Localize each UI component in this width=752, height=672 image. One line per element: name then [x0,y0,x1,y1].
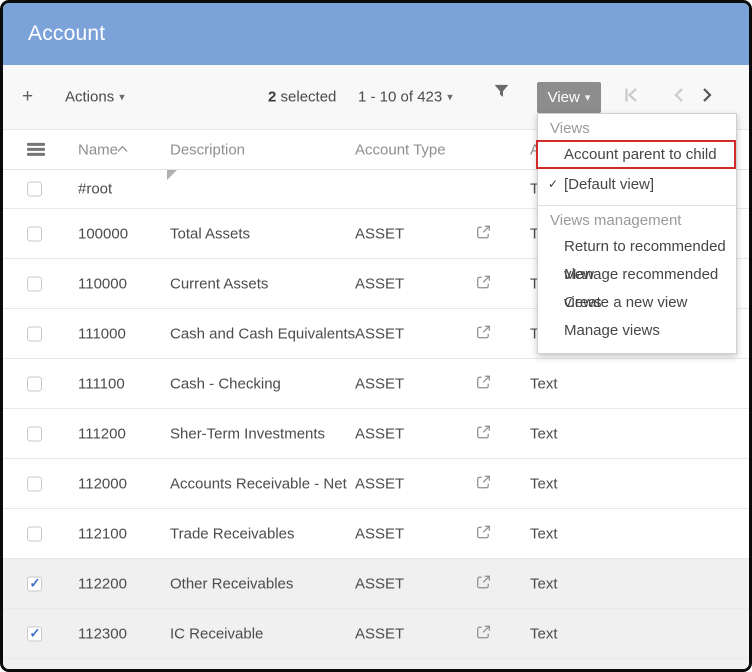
column-header-name[interactable]: Name [78,141,118,158]
cell-name: 110000 [78,275,127,292]
cell-description: Accounts Receivable - Net [170,475,347,492]
cell-text: Text [530,575,558,592]
external-link-icon[interactable] [476,374,491,393]
cell-name: #root [78,181,112,198]
filter-icon[interactable] [493,83,510,104]
column-header-description[interactable]: Description [170,141,245,158]
cell-description: Cash and Cash Equivalents [170,325,355,342]
add-button[interactable]: + [22,86,33,108]
cell-name: 111000 [78,325,126,342]
cell-account-type: ASSET [355,425,404,442]
cell-name: 112000 [78,475,127,492]
view-dropdown-menu: Views Account parent to child ✓ [Default… [537,113,737,354]
table-row[interactable]: 112100 Trade Receivables ASSET Text [3,509,749,559]
cell-description: Total Assets [170,225,250,242]
view-button[interactable]: View▾ [537,82,601,113]
column-header-account-type[interactable]: Account Type [355,141,446,158]
chevron-down-icon: ▾ [119,92,125,104]
external-link-icon[interactable] [476,424,491,443]
cell-account-type: ASSET [355,325,404,342]
row-checkbox[interactable] [27,182,42,197]
row-checkbox[interactable] [27,576,42,591]
corner-marker [167,170,177,180]
cell-account-type: ASSET [355,525,404,542]
cell-name: 100000 [78,225,128,242]
next-row-partial [3,659,749,669]
cell-text: Text [530,375,558,392]
external-link-icon[interactable] [476,624,491,643]
cell-text: Text [530,525,558,542]
table-row[interactable]: 112300 IC Receivable ASSET Text [3,609,749,659]
menu-item-manage-views[interactable]: Manage views [538,317,736,345]
cell-name: 112200 [78,575,127,592]
external-link-icon[interactable] [476,574,491,593]
cell-text: Text [530,425,558,442]
app-header-bar: Account [3,3,749,65]
cell-account-type: ASSET [355,625,404,642]
table-row[interactable]: 112200 Other Receivables ASSET Text [3,559,749,609]
row-checkbox[interactable] [27,276,42,291]
menu-item-create-a-new-view[interactable]: Create a new view [538,289,736,317]
first-page-icon[interactable] [623,87,640,108]
cell-account-type: ASSET [355,475,404,492]
row-checkbox[interactable] [27,226,42,241]
cell-description: Other Receivables [170,575,293,592]
cell-name: 112300 [78,625,127,642]
row-checkbox[interactable] [27,326,42,341]
row-checkbox[interactable] [27,526,42,541]
external-link-icon[interactable] [476,474,491,493]
app-window: Account + Actions▾ 2 selected 1 - 10 of … [0,0,752,672]
checkmark-icon: ✓ [548,169,558,200]
external-link-icon[interactable] [476,274,491,293]
cell-description: Sher-Term Investments [170,425,325,442]
next-page-icon[interactable] [701,87,713,108]
cell-name: 111200 [78,425,126,442]
external-link-icon[interactable] [476,524,491,543]
cell-name: 111100 [78,375,125,392]
table-row[interactable]: 111200 Sher-Term Investments ASSET Text [3,409,749,459]
page-title: Account [28,22,105,46]
cell-text: Text [530,625,558,642]
row-checkbox[interactable] [27,626,42,641]
menu-hamburger-icon[interactable] [27,140,45,158]
menu-item-manage-recommended-views[interactable]: Manage recommended views [538,261,736,289]
row-checkbox[interactable] [27,476,42,491]
table-row[interactable]: 112000 Accounts Receivable - Net ASSET T… [3,459,749,509]
menu-section-views-management: Views management [538,209,736,233]
actions-dropdown-button[interactable]: Actions▾ [65,89,125,106]
chevron-down-icon: ▾ [585,92,591,104]
cell-description: IC Receivable [170,625,263,642]
cell-account-type: ASSET [355,275,404,292]
cell-description: Trade Receivables [170,525,295,542]
previous-page-icon[interactable] [673,87,685,108]
cell-account-type: ASSET [355,375,404,392]
table-row[interactable]: 111100 Cash - Checking ASSET Text [3,359,749,409]
cell-name: 112100 [78,525,127,542]
row-checkbox[interactable] [27,426,42,441]
menu-item-account-parent-to-child[interactable]: Account parent to child [538,141,736,169]
menu-item-default-view[interactable]: ✓ [Default view] [538,169,736,200]
menu-section-views: Views [538,117,736,141]
row-checkbox[interactable] [27,376,42,391]
external-link-icon[interactable] [476,324,491,343]
cell-account-type: ASSET [355,575,404,592]
cell-description: Current Assets [170,275,268,292]
cell-description: Cash - Checking [170,375,281,392]
chevron-down-icon: ▾ [447,92,453,104]
pagination-dropdown[interactable]: 1 - 10 of 423▾ [358,89,453,106]
cell-text: Text [530,475,558,492]
menu-divider [538,205,736,206]
sort-ascending-icon [117,140,128,157]
selected-count: 2 selected [268,89,336,106]
external-link-icon[interactable] [476,224,491,243]
cell-account-type: ASSET [355,225,404,242]
menu-item-return-to-recommended-view[interactable]: Return to recommended view [538,233,736,261]
